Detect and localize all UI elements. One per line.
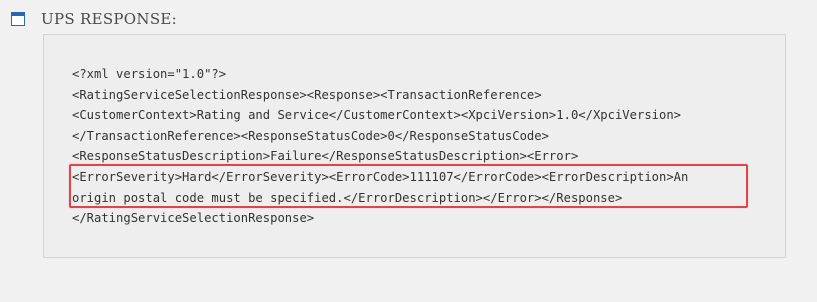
section-header: UPS RESPONSE: [11, 8, 177, 30]
xml-line: <RatingServiceSelectionResponse><Respons… [72, 87, 542, 102]
xml-line: <ResponseStatusDescription>Failure</Resp… [72, 149, 579, 164]
xml-line: <CustomerContext>Rating and Service</Cus… [72, 108, 682, 123]
xml-line: <ErrorSeverity>Hard</ErrorSeverity><Erro… [72, 169, 689, 184]
xml-response-text: <?xml version="1.0"?> <RatingServiceSele… [72, 64, 688, 229]
xml-line: </RatingServiceSelectionResponse> [72, 211, 315, 226]
xml-line: origin postal code must be specified.</E… [72, 190, 623, 205]
section-title: UPS RESPONSE: [41, 10, 177, 28]
window-icon [11, 12, 25, 26]
xml-line: </TransactionReference><ResponseStatusCo… [72, 128, 549, 143]
xml-line: <?xml version="1.0"?> [72, 67, 227, 81]
ups-response-panel: <?xml version="1.0"?> <RatingServiceSele… [43, 34, 786, 258]
